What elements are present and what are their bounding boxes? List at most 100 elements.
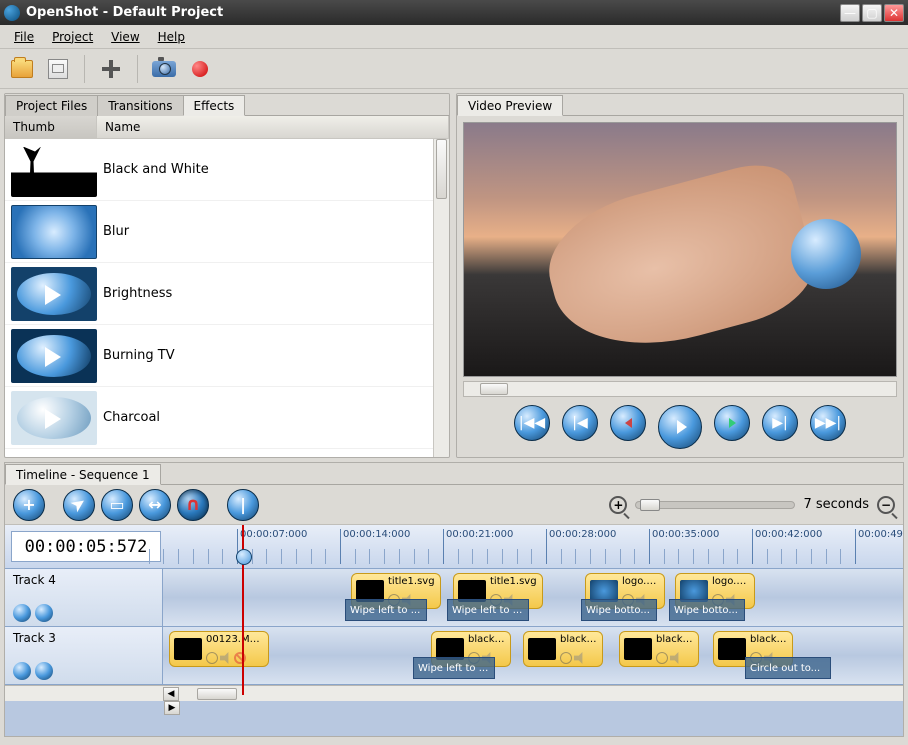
save-button[interactable] <box>44 55 72 83</box>
transition[interactable]: ⬆Wipe left to ... <box>345 599 427 621</box>
import-button[interactable] <box>97 55 125 83</box>
transition[interactable]: ⬆Wipe left to ... <box>413 657 495 679</box>
next-frame-button[interactable] <box>714 405 750 441</box>
transition-arrow-icon: ⬆ <box>446 657 461 661</box>
track-visible-button[interactable] <box>13 604 31 622</box>
clip-visible-icon <box>560 652 572 664</box>
minimize-button[interactable]: — <box>840 4 860 22</box>
ruler-minor-tick <box>178 549 179 564</box>
transition[interactable]: ⬆Wipe botto... <box>581 599 657 621</box>
window-titlebar: OpenShot - Default Project — ▢ ✕ <box>0 0 908 25</box>
maximize-button[interactable]: ▢ <box>862 4 882 22</box>
clip-thumb <box>174 638 202 660</box>
transition[interactable]: ⬆Wipe botto... <box>669 599 745 621</box>
track-header[interactable]: Track 4 <box>5 569 163 626</box>
effect-row[interactable]: Black and White <box>5 139 433 201</box>
effect-name: Blur <box>103 224 129 239</box>
transition[interactable]: ⬆Circle out to... <box>745 657 831 679</box>
menu-view[interactable]: View <box>103 28 147 46</box>
ruler-minor-tick <box>428 549 429 564</box>
clip[interactable]: black.svg <box>523 631 603 667</box>
ruler-minor-tick <box>208 549 209 564</box>
tab-effects[interactable]: Effects <box>183 95 246 116</box>
track-audio-button[interactable] <box>35 604 53 622</box>
razor-tool-button[interactable]: ▭ <box>101 489 133 521</box>
zoom-controls: 7 seconds <box>609 496 895 514</box>
seek-end-button[interactable]: ▶▶| <box>810 405 846 441</box>
clip-audio-icon <box>220 652 232 664</box>
fast-forward-button[interactable]: ▶| <box>762 405 798 441</box>
effect-row[interactable]: Brightness <box>5 263 433 325</box>
open-button[interactable] <box>8 55 36 83</box>
clip[interactable]: 00123.MTS.mp4 <box>169 631 269 667</box>
tab-timeline[interactable]: Timeline - Sequence 1 <box>5 464 161 485</box>
preview-seek-bar[interactable] <box>463 381 897 397</box>
add-track-button[interactable]: + <box>13 489 45 521</box>
seek-thumb[interactable] <box>480 383 508 395</box>
timeline-body[interactable]: 00:00:05:572 00:00:07:00000:00:14:00000:… <box>5 525 903 736</box>
track-lane[interactable]: 00123.MTS.mp4 black.svg black.svg black.… <box>163 627 903 684</box>
zoom-slider[interactable] <box>635 501 795 509</box>
snap-tool-button[interactable]: ∩ <box>177 489 209 521</box>
hscroll-thumb[interactable] <box>197 688 237 700</box>
ruler-minor-tick <box>472 549 473 564</box>
transition[interactable]: ⬆Wipe left to ... <box>447 599 529 621</box>
clip-label: black.svg <box>656 634 694 645</box>
effect-thumb <box>11 205 97 259</box>
clip[interactable]: black.svg <box>619 631 699 667</box>
menu-file[interactable]: File <box>6 28 42 46</box>
timeline-ruler[interactable]: 00:00:07:00000:00:14:00000:00:21:00000:0… <box>167 525 903 568</box>
ruler-minor-tick <box>531 549 532 564</box>
scrollbar-thumb[interactable] <box>436 139 447 199</box>
play-icon <box>677 420 687 434</box>
zoom-out-button[interactable] <box>877 496 895 514</box>
ruler-minor-tick <box>708 549 709 564</box>
ruler-minor-tick <box>149 549 150 564</box>
effects-scrollbar[interactable] <box>433 139 449 457</box>
snapshot-button[interactable] <box>150 55 178 83</box>
record-button[interactable] <box>186 55 214 83</box>
effect-name: Black and White <box>103 162 209 177</box>
tab-transitions[interactable]: Transitions <box>97 95 183 116</box>
effect-row[interactable]: Blur <box>5 201 433 263</box>
timeline-hscrollbar[interactable]: ◀▶ <box>5 685 903 701</box>
track-visible-button[interactable] <box>13 662 31 680</box>
ruler-minor-tick <box>678 549 679 564</box>
ruler-minor-tick <box>517 549 518 564</box>
window-title: OpenShot - Default Project <box>26 5 840 20</box>
video-preview[interactable] <box>463 122 897 377</box>
zoom-slider-thumb[interactable] <box>640 499 660 511</box>
add-marker-button[interactable]: | <box>227 489 259 521</box>
rewind-button[interactable]: |◀ <box>562 405 598 441</box>
seek-start-button[interactable]: |◀◀ <box>514 405 550 441</box>
close-button[interactable]: ✕ <box>884 4 904 22</box>
effect-row[interactable]: Burning TV <box>5 325 433 387</box>
ruler-minor-tick <box>634 549 635 564</box>
effects-list[interactable]: Black and White Blur Brightness Burning … <box>5 139 433 457</box>
effect-thumb <box>11 267 97 321</box>
track-row: Track 4 title1.svg title1.svg logo.png l… <box>5 569 903 627</box>
hscroll-left[interactable]: ◀ <box>163 687 179 701</box>
hscroll-right[interactable]: ▶ <box>164 701 180 715</box>
clip-label: black.svg <box>750 634 788 645</box>
menu-help[interactable]: Help <box>150 28 193 46</box>
column-thumb[interactable]: Thumb <box>5 116 97 138</box>
track-audio-button[interactable] <box>35 662 53 680</box>
effect-row[interactable]: Charcoal <box>5 387 433 449</box>
track-header[interactable]: Track 3 <box>5 627 163 684</box>
playhead[interactable] <box>242 525 244 695</box>
ruler-minor-tick <box>737 549 738 564</box>
column-name[interactable]: Name <box>97 116 449 138</box>
menu-project[interactable]: Project <box>44 28 101 46</box>
prev-frame-button[interactable] <box>610 405 646 441</box>
select-tool-button[interactable]: ➤ <box>63 489 95 521</box>
resize-tool-button[interactable]: ↔ <box>139 489 171 521</box>
zoom-in-button[interactable] <box>609 496 627 514</box>
tab-project-files[interactable]: Project Files <box>5 95 98 116</box>
track-lane[interactable]: title1.svg title1.svg logo.png logo.png … <box>163 569 903 626</box>
tab-video-preview[interactable]: Video Preview <box>457 95 563 116</box>
clip-label: black.svg <box>468 634 506 645</box>
ruler-minor-tick <box>325 549 326 564</box>
play-button[interactable] <box>658 405 702 449</box>
toolbar-separator <box>137 55 138 83</box>
